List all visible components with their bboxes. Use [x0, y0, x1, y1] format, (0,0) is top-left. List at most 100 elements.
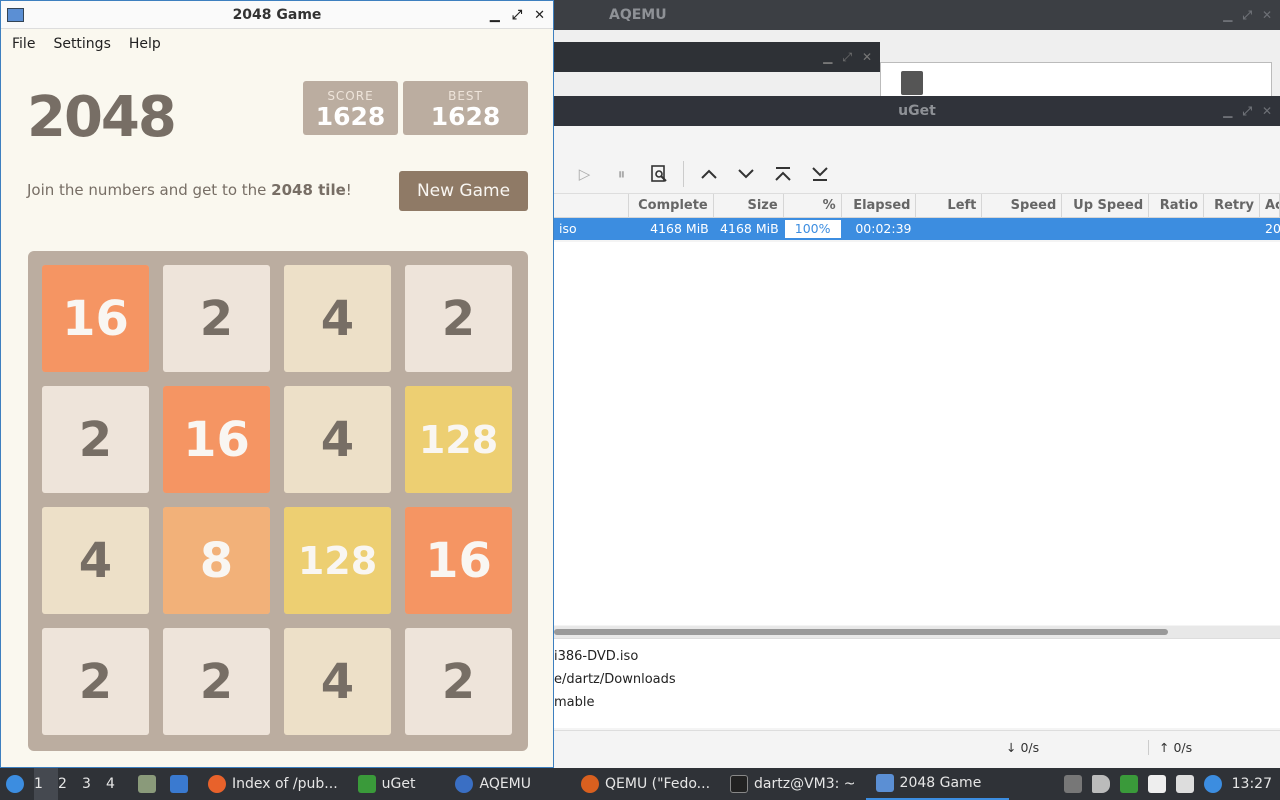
row-left — [916, 218, 982, 240]
close-icon[interactable]: ✕ — [862, 50, 872, 64]
column-header-complete[interactable]: Complete — [629, 194, 714, 217]
column-header-ratio[interactable]: Ratio — [1149, 194, 1205, 217]
pause-icon[interactable]: ⏸ — [603, 158, 640, 190]
menu-help[interactable]: Help — [120, 29, 170, 59]
uget-titlebar[interactable]: uGet ▁ ⤢ ✕ — [554, 96, 1280, 126]
game-board[interactable]: 16 2 4 2 2 16 4 128 4 8 128 16 2 2 4 2 — [28, 251, 528, 751]
workspace-4[interactable]: 4 — [106, 768, 130, 800]
table-row[interactable]: iso 4168 MiB 4168 MiB 100% 00:02:39 20 — [554, 218, 1280, 240]
eject-icon[interactable] — [1063, 775, 1082, 793]
details-filename: i386-DVD.iso — [554, 649, 639, 664]
task-qemu-label: QEMU ("Fedo... — [605, 776, 711, 792]
row-elapsed: 00:02:39 — [855, 221, 912, 236]
maximize-icon[interactable]: ⤢ — [512, 2, 522, 30]
play-icon[interactable]: ▷ — [566, 158, 603, 190]
move-bottom-icon[interactable] — [801, 158, 838, 190]
close-icon[interactable]: ✕ — [1262, 0, 1272, 30]
menu-settings[interactable]: Settings — [44, 29, 119, 59]
game-tile: 4 — [284, 265, 391, 372]
game-tile: 4 — [284, 386, 391, 493]
clock[interactable]: 13:27 — [1232, 776, 1272, 792]
row-up-speed — [1062, 218, 1149, 240]
intro-suffix: ! — [345, 181, 352, 199]
uget-icon — [357, 775, 376, 793]
game-heading: 2048 — [27, 85, 177, 150]
horizontal-scrollbar[interactable] — [554, 626, 1280, 638]
clipboard-icon[interactable] — [1147, 775, 1166, 793]
properties-icon[interactable] — [640, 158, 677, 190]
task-aqemu[interactable]: AQEMU — [425, 768, 541, 800]
aqemu-icon — [455, 775, 474, 793]
show-desktop-launcher[interactable] — [166, 768, 198, 800]
intro-bold: 2048 tile — [271, 181, 346, 199]
score-value: 1628 — [315, 102, 386, 131]
menu-file[interactable]: File — [3, 29, 44, 59]
row-ratio — [1149, 218, 1204, 240]
maximize-icon[interactable]: ⤢ — [842, 50, 852, 65]
task-2048[interactable]: 2048 Game — [865, 768, 1010, 800]
maximize-icon[interactable]: ⤢ — [1242, 0, 1252, 30]
game-tile: 16 — [405, 507, 512, 614]
task-firefox[interactable]: Index of /pub... — [198, 768, 348, 800]
minimize-icon[interactable]: ▁ — [1223, 0, 1232, 30]
workspace-1[interactable]: 1 — [34, 768, 58, 800]
best-box: BEST 1628 — [403, 81, 528, 135]
column-header-added[interactable]: Ac — [1260, 194, 1280, 217]
notification-icon[interactable] — [1203, 775, 1222, 793]
task-qemu[interactable]: QEMU ("Fedo... — [541, 768, 720, 800]
toolbar-separator — [683, 160, 684, 187]
column-header-elapsed[interactable]: Elapsed — [842, 194, 917, 217]
uget-tray-icon[interactable] — [1119, 775, 1138, 793]
move-top-icon[interactable] — [764, 158, 801, 190]
intro-prefix: Join the numbers and get to the — [27, 181, 272, 199]
row-complete: 4168 MiB — [650, 221, 709, 236]
task-aqemu-label: AQEMU — [479, 776, 532, 792]
close-icon[interactable]: ✕ — [534, 2, 545, 30]
game-icon — [875, 774, 894, 792]
game-tile: 16 — [163, 386, 270, 493]
row-retry — [1204, 218, 1260, 240]
column-header-retry[interactable]: Retry — [1204, 194, 1260, 217]
task-terminal[interactable]: dartz@VM3: ~ — [720, 768, 866, 800]
game-tile: 4 — [284, 628, 391, 735]
scrollbar-thumb[interactable] — [554, 629, 1168, 635]
task-terminal-label: dartz@VM3: ~ — [754, 776, 856, 792]
column-header-name[interactable] — [554, 194, 629, 217]
row-percent: 100% — [783, 219, 842, 239]
move-up-icon[interactable] — [690, 158, 727, 190]
aqemu-titlebar[interactable]: AQEMU ▁ ⤢ ✕ — [554, 0, 1280, 30]
column-header-left[interactable]: Left — [916, 194, 983, 217]
start-menu-button[interactable] — [0, 768, 34, 800]
column-header-size[interactable]: Size — [714, 194, 784, 217]
workspace-2[interactable]: 2 — [58, 768, 82, 800]
download-details: i386-DVD.iso e/dartz/Downloads mable — [554, 638, 1280, 728]
game-tile: 2 — [405, 265, 512, 372]
uget-window: uGet ▁ ⤢ ✕ ▷ ⏸ Complete Size % Elapsed L… — [554, 96, 1280, 768]
aqemu-vm-panel — [880, 62, 1272, 100]
column-header-up-speed[interactable]: Up Speed — [1062, 194, 1150, 217]
new-game-button[interactable]: New Game — [399, 171, 528, 211]
close-icon[interactable]: ✕ — [1262, 96, 1272, 126]
task-firefox-label: Index of /pub... — [232, 776, 338, 792]
download-list-body[interactable] — [554, 242, 1280, 625]
row-speed — [982, 218, 1062, 240]
game-window-title: 2048 Game — [232, 7, 322, 23]
task-uget[interactable]: uGet — [348, 768, 426, 800]
file-manager-launcher[interactable] — [130, 768, 166, 800]
minimize-icon[interactable]: ▁ — [490, 2, 500, 30]
volume-icon[interactable] — [1091, 775, 1110, 793]
network-icon[interactable] — [1175, 775, 1194, 793]
minimize-icon[interactable]: ▁ — [823, 50, 832, 64]
game-window: 2048 Game ▁ ⤢ ✕ File Settings Help 2048 … — [0, 0, 554, 768]
score-label: SCORE — [327, 89, 374, 103]
workspace-3[interactable]: 3 — [82, 768, 106, 800]
minimize-icon[interactable]: ▁ — [1223, 96, 1232, 126]
taskbar: 1 2 3 4 Index of /pub... uGet AQEMU QEMU… — [0, 768, 1280, 800]
move-down-icon[interactable] — [727, 158, 764, 190]
column-header-percent[interactable]: % — [784, 194, 842, 217]
game-titlebar[interactable]: 2048 Game ▁ ⤢ ✕ — [1, 1, 553, 29]
column-header-speed[interactable]: Speed — [982, 194, 1063, 217]
maximize-icon[interactable]: ⤢ — [1242, 96, 1252, 126]
chip-icon — [901, 71, 923, 95]
uget-menubar — [554, 126, 1280, 154]
